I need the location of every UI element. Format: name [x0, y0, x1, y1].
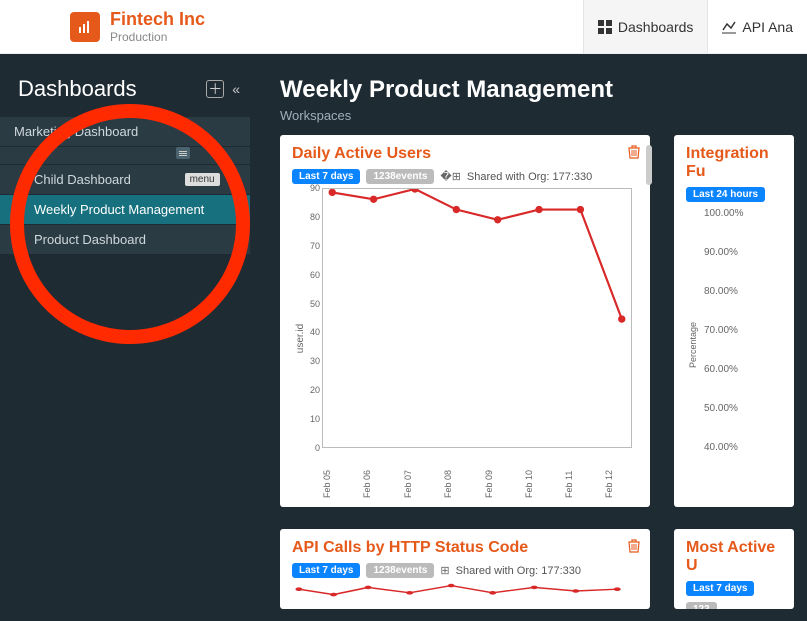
main-content: Weekly Product Management Workspaces Dai… [250, 54, 807, 621]
tab-label: Dashboards [618, 19, 694, 35]
sidebar-item-label: Weekly Product Management [34, 202, 204, 217]
time-range-badge[interactable]: Last 7 days [292, 169, 360, 184]
sidebar-item-label: Product Dashboard [34, 232, 146, 247]
card-title: API Calls by HTTP Status Code [292, 539, 638, 557]
card-most-active-users: Most Active U Last 7 days 123 30 [674, 529, 794, 609]
card-daily-active-users: Daily Active Users Last 7 days 1238event… [280, 135, 650, 507]
y-axis-label: Percentage [688, 322, 698, 368]
card-title: Integration Fu [686, 145, 782, 181]
sidebar-item-marketing[interactable]: Marketing Dashboard [0, 116, 250, 146]
card-title: Most Active U [686, 539, 782, 575]
events-badge[interactable]: 1238events [366, 169, 434, 184]
brand-logo-icon [70, 12, 100, 42]
chart-icon [722, 20, 736, 34]
time-range-badge[interactable]: Last 7 days [686, 581, 754, 596]
sidebar: Dashboards ＋ « Marketing Dashboard Child… [0, 54, 250, 621]
api-sparkline [292, 582, 638, 600]
page-title: Weekly Product Management [280, 76, 807, 104]
sidebar-item-weekly-product[interactable]: Weekly Product Management [0, 194, 250, 224]
dau-chart: user.id 9080706050403020100 Feb 05 [292, 188, 638, 478]
drag-handle-icon[interactable]: ≡ [230, 174, 236, 186]
app-header: Fintech Inc Production Dashboards API An… [0, 0, 807, 54]
add-dashboard-button[interactable]: ＋ [206, 80, 224, 98]
nav-tabs: Dashboards API Ana [583, 0, 807, 53]
events-badge[interactable]: 1238events [366, 563, 434, 578]
sidebar-item-label: Child Dashboard [34, 172, 131, 187]
tab-dashboards[interactable]: Dashboards [583, 0, 708, 53]
environment-label: Production [110, 30, 205, 44]
brand-name: Fintech Inc [110, 9, 205, 30]
share-text: Shared with Org: 177:330 [467, 171, 592, 183]
card-title: Daily Active Users [292, 145, 638, 163]
dashboard-list: Marketing Dashboard Child Dashboard menu… [0, 116, 250, 254]
card-api-calls: API Calls by HTTP Status Code Last 7 day… [280, 529, 650, 609]
grid-icon [598, 20, 612, 34]
share-text: Shared with Org: 177:330 [456, 565, 581, 577]
brand-block: Fintech Inc Production [110, 9, 205, 44]
delete-card-icon[interactable] [628, 539, 640, 556]
sidebar-item-child[interactable]: Child Dashboard menu ≡ [0, 164, 250, 194]
delete-card-icon[interactable] [628, 145, 640, 162]
scrollbar[interactable] [646, 145, 652, 185]
tab-label: API Ana [742, 19, 793, 35]
x-axis-ticks: Feb 05 Feb 06 Feb 07 Feb 08 Feb 09 Feb 1… [322, 470, 632, 480]
y-axis-ticks: 9080706050403020100 [300, 183, 320, 453]
drag-handle-row [0, 146, 250, 164]
sidebar-item-label: Marketing Dashboard [14, 124, 138, 139]
tab-api-analytics[interactable]: API Ana [707, 0, 807, 53]
page-subtitle: Workspaces [280, 108, 807, 123]
drag-handle-icon[interactable] [176, 147, 190, 159]
collapse-sidebar-icon[interactable]: « [232, 81, 240, 97]
share-icon: ⊞ [440, 564, 449, 577]
events-badge[interactable]: 123 [686, 602, 717, 609]
sidebar-title: Dashboards [18, 76, 137, 102]
time-range-badge[interactable]: Last 7 days [292, 563, 360, 578]
sidebar-item-product[interactable]: Product Dashboard [0, 224, 250, 254]
share-icon: �⊞ [440, 170, 461, 183]
item-menu-button[interactable]: menu [185, 173, 220, 186]
time-range-badge[interactable]: Last 24 hours [686, 187, 765, 202]
pct-ticks: 100.00% 90.00% 80.00% 70.00% 60.00% 50.0… [704, 208, 782, 453]
card-integration-funnel: Integration Fu Last 24 hours Percentage … [674, 135, 794, 507]
